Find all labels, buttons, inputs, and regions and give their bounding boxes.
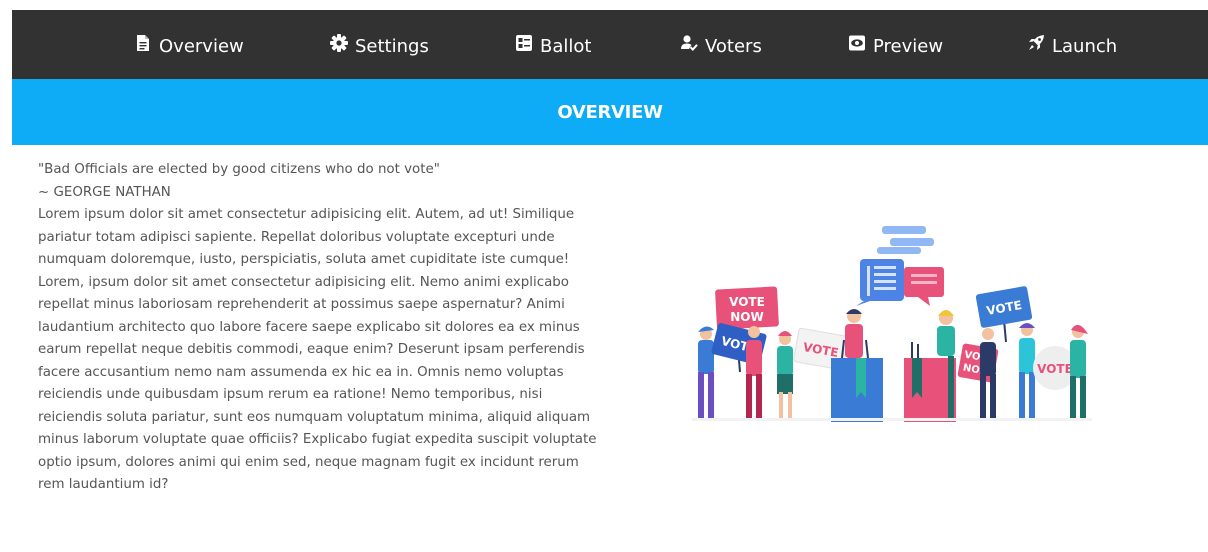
rocket-icon bbox=[1027, 34, 1045, 52]
nav-label: Launch bbox=[1052, 36, 1118, 57]
quote-text: "Bad Officials are elected by good citiz… bbox=[38, 162, 440, 177]
top-navbar: Overview Settings Ballot Voters Preview … bbox=[12, 10, 1208, 79]
nav-item-settings[interactable]: Settings bbox=[330, 10, 429, 79]
ballot-list-icon bbox=[515, 34, 533, 52]
page-title: OVERVIEW bbox=[557, 101, 663, 123]
nav-label: Settings bbox=[355, 36, 429, 57]
voting-illustration: VOTE NOW VOTE VOTE VOTE NOW VOTE VOTE bbox=[684, 222, 1100, 428]
page: Overview Settings Ballot Voters Preview … bbox=[0, 0, 1208, 552]
quote-author: ~ GEORGE NATHAN bbox=[38, 184, 171, 200]
gear-icon bbox=[330, 33, 348, 52]
document-icon bbox=[134, 34, 152, 52]
user-check-icon bbox=[680, 34, 698, 52]
nav-label: Preview bbox=[873, 36, 944, 57]
nav-item-ballot[interactable]: Ballot bbox=[515, 10, 591, 79]
nav-item-preview[interactable]: Preview bbox=[848, 10, 943, 79]
nav-item-voters[interactable]: Voters bbox=[680, 10, 762, 79]
voting-illustration-svg: VOTE NOW VOTE VOTE VOTE NOW VOTE VOTE bbox=[692, 226, 1092, 422]
sign-text: VOTE bbox=[1037, 362, 1073, 376]
nav-item-overview[interactable]: Overview bbox=[134, 10, 244, 79]
nav-label: Overview bbox=[159, 36, 244, 57]
sign-text: NOW bbox=[730, 310, 763, 324]
eye-icon bbox=[848, 34, 866, 52]
nav-label: Ballot bbox=[540, 36, 592, 57]
overview-content: "Bad Officials are elected by good citiz… bbox=[38, 159, 598, 497]
section-banner: OVERVIEW bbox=[12, 79, 1208, 145]
sign-text: VOTE bbox=[729, 295, 765, 309]
nav-label: Voters bbox=[705, 36, 762, 57]
nav-item-launch[interactable]: Launch bbox=[1027, 10, 1117, 79]
overview-body-text: Lorem ipsum dolor sit amet consectetur a… bbox=[38, 207, 597, 492]
